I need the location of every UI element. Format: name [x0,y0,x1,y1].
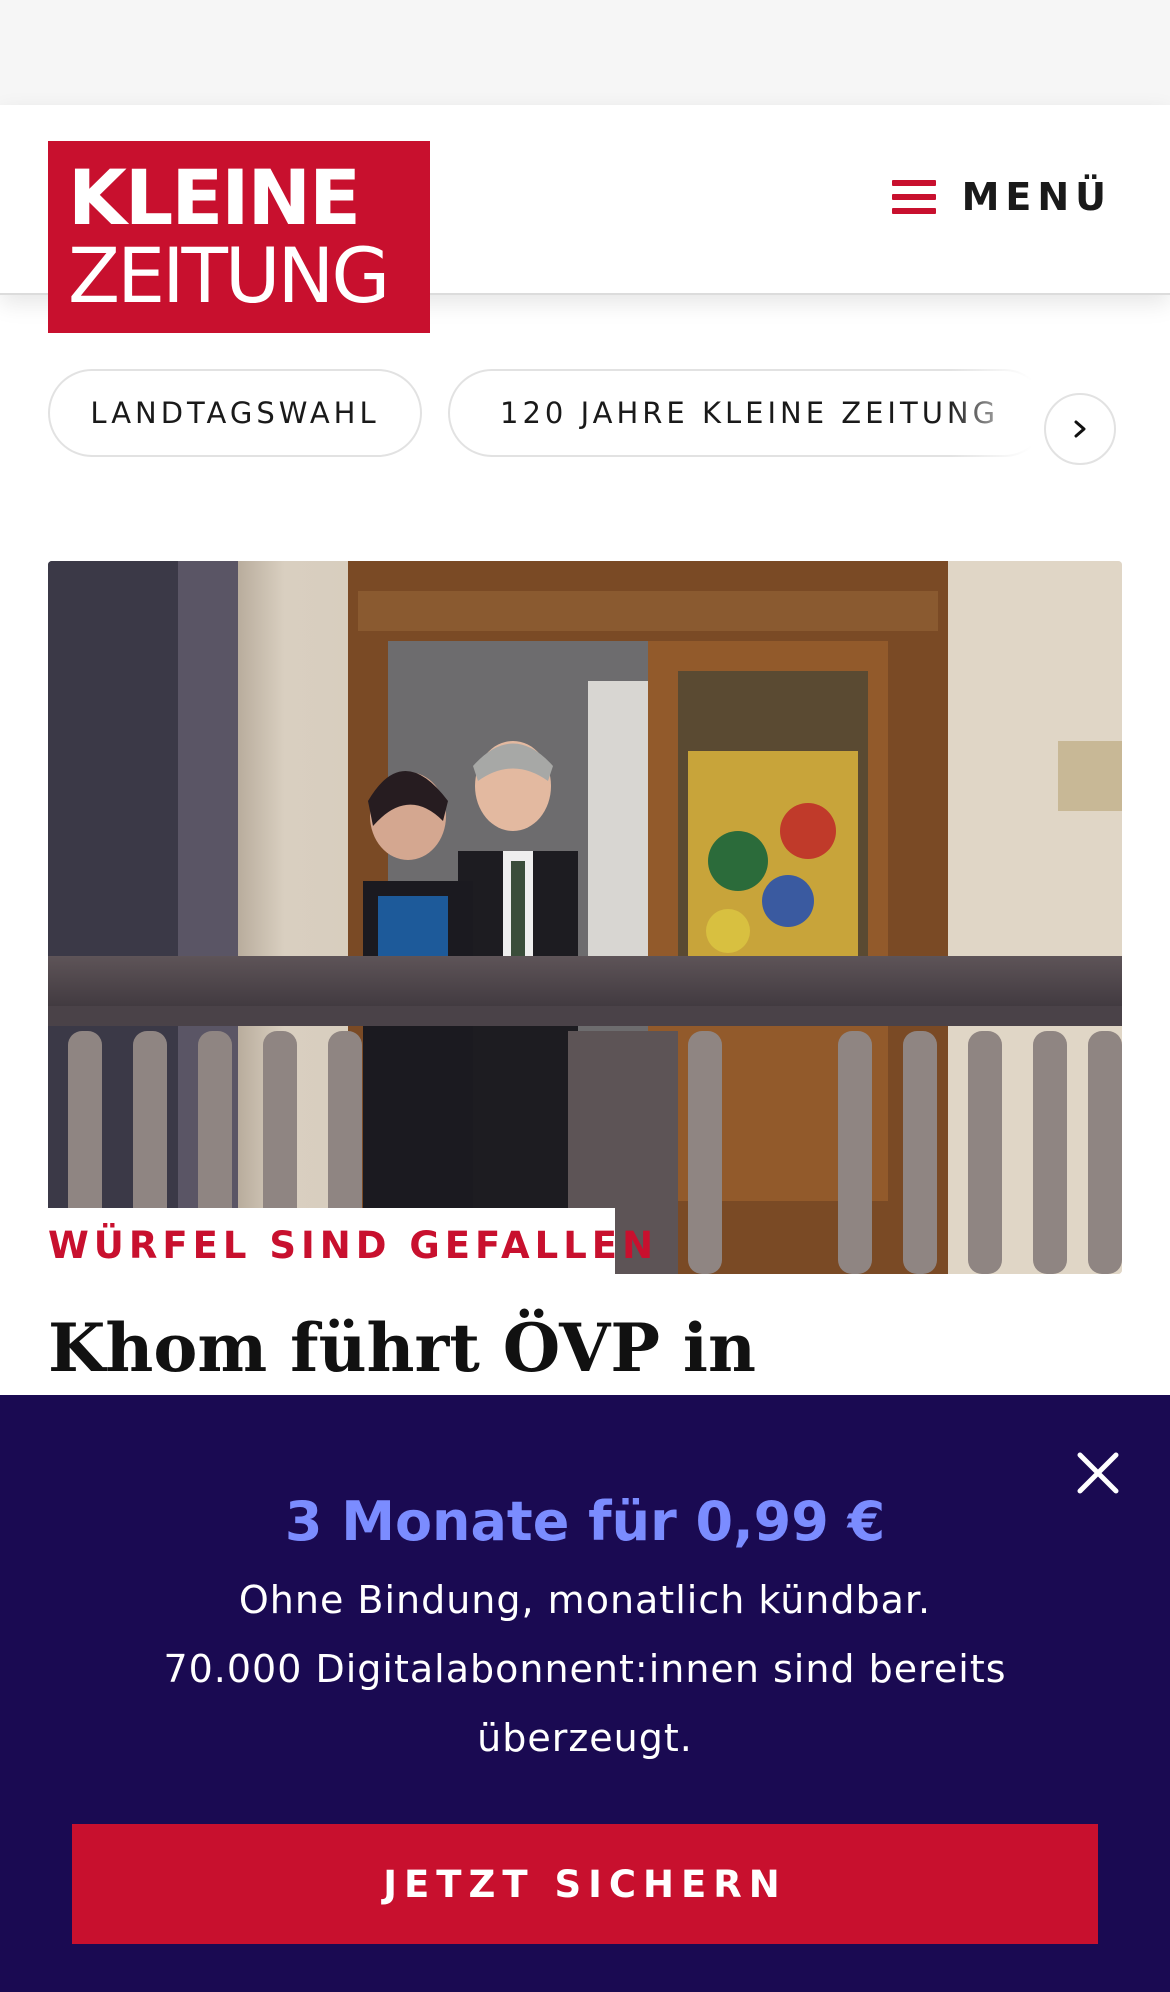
menu-label: MENÜ [961,175,1112,219]
menu-button[interactable]: MENÜ [892,160,1112,234]
article-headline[interactable]: Khom führt ÖVP in [48,1308,1122,1388]
chevron-right-icon [1074,420,1086,438]
article-kicker[interactable]: WÜRFEL SIND GEFALLEN [48,1224,658,1267]
tag-landtagswahl[interactable]: LANDTAGSWAHL [48,369,422,457]
offer-text-line-1: Ohne Bindung, monatlich kündbar. [238,1578,932,1622]
kleine-zeitung-logo[interactable]: KLEINE ZEITUNG [48,141,430,333]
hero-photo-illustration [48,561,1122,1274]
offer-text-line-2: 70.000 Digitalabonnent:innen sind bereit… [163,1647,1007,1691]
hero-article-image[interactable] [48,561,1122,1274]
tags-next-button[interactable] [1044,393,1116,465]
subscribe-cta-button[interactable]: JETZT SICHERN [72,1824,1098,1944]
topic-tags-bar: LANDTAGSWAHL 120 JAHRE KLEINE ZEITUNG [48,369,1128,489]
offer-text-line-3: überzeugt. [477,1716,693,1760]
logo-text-zeitung: ZEITUNG [68,231,390,320]
offer-title: 3 Monate für 0,99 € [284,1490,886,1553]
logo-text-kleine: KLEINE [68,153,361,242]
ad-placeholder-strip [0,0,1170,105]
hamburger-icon [892,178,936,216]
